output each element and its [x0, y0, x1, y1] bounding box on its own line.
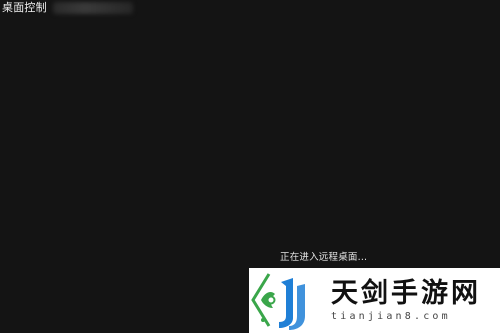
watermark-domain: tianjian8.com: [331, 311, 451, 322]
connecting-status-text: 正在进入远程桌面...: [280, 252, 368, 263]
watermark-text: 天剑手游网 tianjian8.com: [327, 278, 500, 323]
title-bar: 桌面控制: [0, 0, 133, 16]
obscured-title-region: [52, 2, 133, 14]
remote-desktop-window: 桌面控制 正在进入远程桌面... 天剑手游网 tianjian8.com: [0, 0, 500, 333]
watermark-site-name: 天剑手游网: [331, 278, 481, 309]
window-title: 桌面控制: [2, 1, 47, 14]
tianjian-logo-icon: [251, 273, 305, 330]
site-watermark: 天剑手游网 tianjian8.com: [249, 268, 500, 333]
